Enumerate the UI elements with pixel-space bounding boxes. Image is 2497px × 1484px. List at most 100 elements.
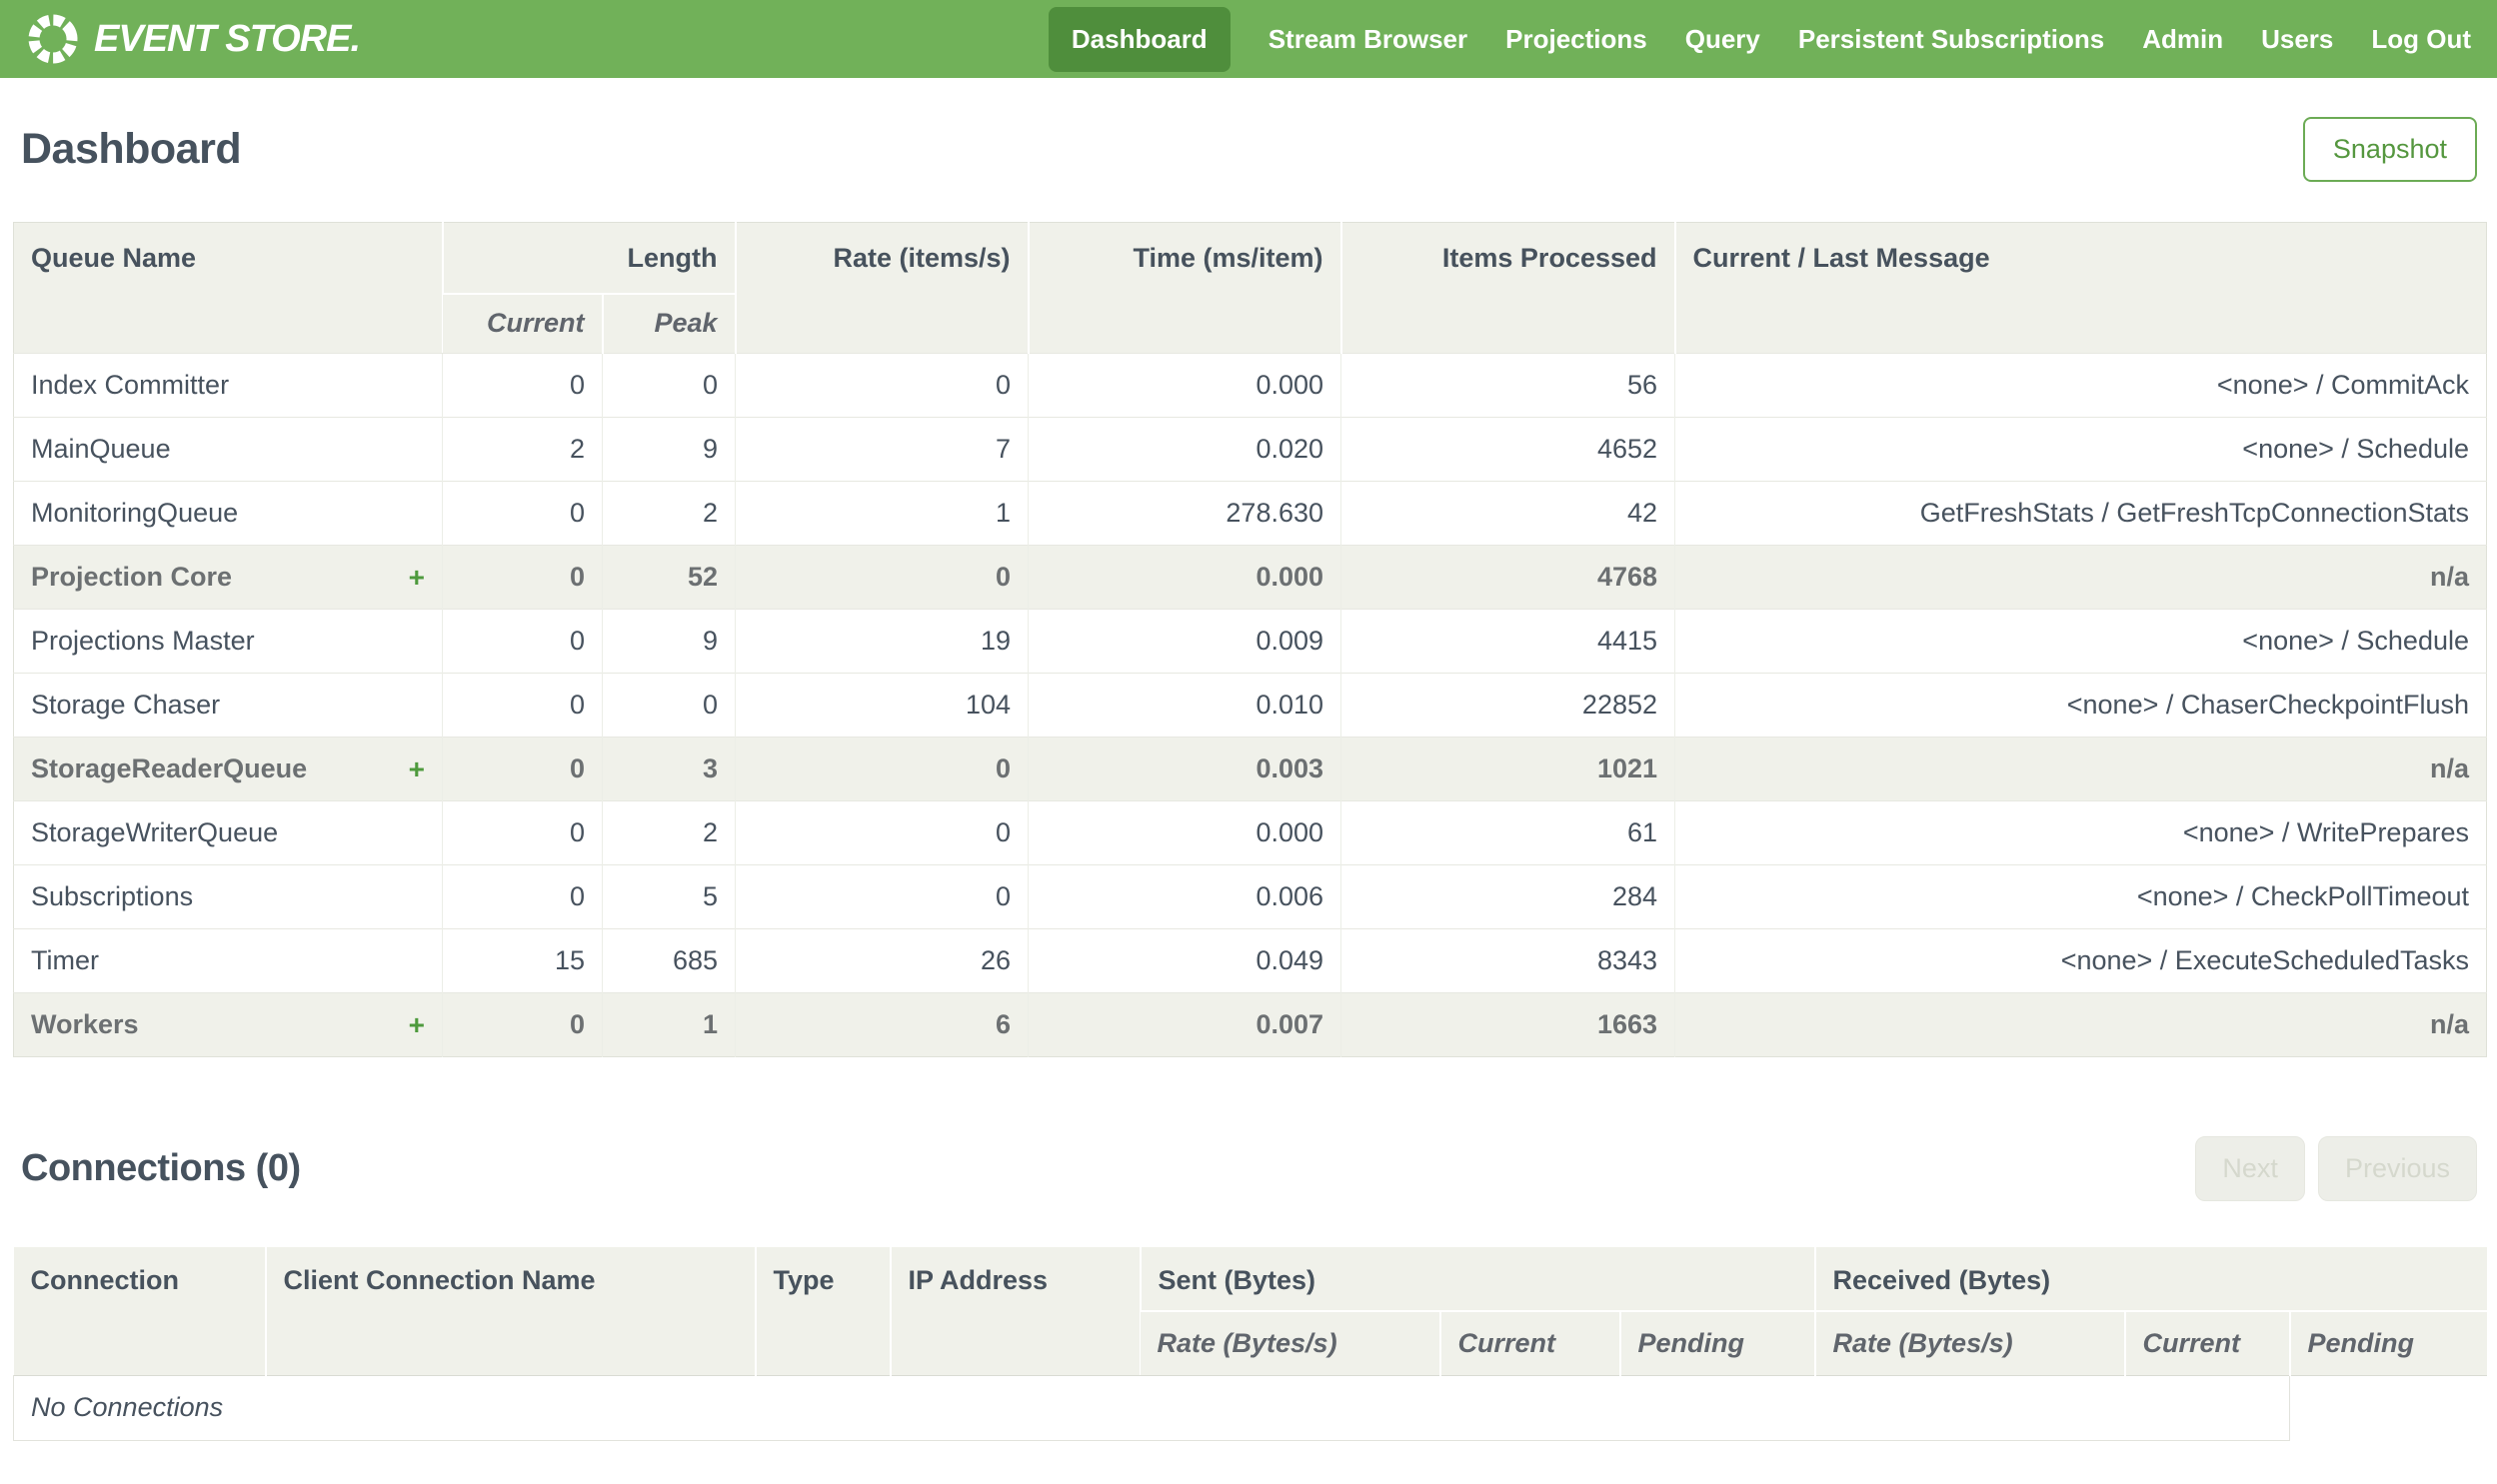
message-cell: n/a: [1674, 545, 2487, 610]
connections-title: Connections (0): [21, 1146, 301, 1189]
col-received-current: Current: [2123, 1310, 2290, 1375]
length-current-cell: 0: [442, 481, 603, 546]
nav-item-dashboard[interactable]: Dashboard: [1048, 6, 1231, 72]
nav-item-label: Users: [2261, 23, 2334, 54]
queue-name: MonitoringQueue: [31, 498, 239, 528]
queue-row: Storage Chaser + 0 0 104 0.010 22852 <no…: [13, 673, 2487, 738]
col-items-processed: Items Processed: [1339, 222, 1675, 354]
nav-item-admin[interactable]: Admin: [2142, 7, 2223, 72]
message-cell: <none> / ChaserCheckpointFlush: [1674, 673, 2487, 738]
length-peak-cell: 2: [601, 481, 736, 546]
length-peak-cell: 685: [601, 928, 736, 993]
main-nav: Dashboard Stream Browser Projections Que…: [1048, 6, 2471, 72]
col-time: Time (ms/item): [1027, 222, 1341, 354]
length-peak-cell: 0: [601, 673, 736, 738]
length-current-cell: 0: [442, 353, 603, 418]
items-processed-cell: 4652: [1340, 417, 1675, 482]
queue-name-cell: StorageWriterQueue +: [13, 800, 443, 865]
length-current-cell: 0: [442, 737, 603, 801]
time-cell: 278.630: [1028, 481, 1341, 546]
queue-name-cell: Projections Master +: [13, 609, 443, 674]
items-processed-cell: 42: [1340, 481, 1675, 546]
queue-name-cell: Storage Chaser +: [13, 673, 443, 738]
time-cell: 0.020: [1028, 417, 1341, 482]
rate-cell: 19: [735, 609, 1029, 674]
nav-item-log-out[interactable]: Log Out: [2371, 7, 2471, 72]
topbar: EVENT STORE. Dashboard Stream Browser Pr…: [0, 0, 2497, 78]
nav-item-projections[interactable]: Projections: [1505, 7, 1647, 72]
expand-plus-icon[interactable]: +: [409, 753, 425, 785]
time-cell: 0.049: [1028, 928, 1341, 993]
rate-cell: 6: [735, 992, 1029, 1057]
message-cell: n/a: [1674, 992, 2487, 1057]
queue-row: Index Committer + 0 0 0 0.000 56 <none> …: [13, 353, 2487, 418]
length-current-cell: 0: [442, 800, 603, 865]
page-title: Dashboard: [21, 124, 242, 173]
rate-cell: 7: [735, 417, 1029, 482]
queue-row: Projection Core + 0 52 0 0.000 4768 n/a: [13, 545, 2487, 610]
queue-row: Subscriptions + 0 5 0 0.006 284 <none> /…: [13, 864, 2487, 929]
items-processed-cell: 56: [1340, 353, 1675, 418]
message-cell: <none> / CheckPollTimeout: [1674, 864, 2487, 929]
expand-plus-icon[interactable]: +: [409, 562, 425, 594]
rate-cell: 1: [735, 481, 1029, 546]
queue-name: Timer: [31, 945, 99, 975]
connections-table: Connection Client Connection Name Type I…: [12, 1247, 2487, 1441]
previous-button[interactable]: Previous: [2317, 1135, 2477, 1201]
queue-name: Projection Core: [31, 562, 233, 592]
next-button[interactable]: Next: [2195, 1135, 2305, 1201]
queue-row: StorageWriterQueue + 0 2 0 0.000 61 <non…: [13, 800, 2487, 865]
length-current-cell: 2: [442, 417, 603, 482]
nav-item-users[interactable]: Users: [2261, 7, 2333, 72]
nav-item-label: Query: [1684, 23, 1760, 54]
time-cell: 0.000: [1028, 545, 1341, 610]
col-message: Current / Last Message: [1673, 222, 2487, 354]
no-connections-cell: No Connections: [12, 1375, 2291, 1441]
queue-row: Timer + 15 685 26 0.049 8343 <none> / Ex…: [13, 928, 2487, 993]
col-type: Type: [754, 1247, 891, 1375]
col-sent-pending: Pending: [1618, 1310, 1815, 1375]
time-cell: 0.009: [1028, 609, 1341, 674]
col-queue-name: Queue Name: [13, 222, 443, 354]
queue-name-cell: Index Committer +: [13, 353, 443, 418]
queue-name-cell: MonitoringQueue +: [13, 481, 443, 546]
queue-name-cell: StorageReaderQueue +: [13, 737, 443, 801]
snapshot-button[interactable]: Snapshot: [2302, 116, 2477, 182]
queue-row: Workers + 0 1 6 0.007 1663 n/a: [13, 992, 2487, 1057]
time-cell: 0.007: [1028, 992, 1341, 1057]
queue-name-cell: Workers +: [13, 992, 443, 1057]
nav-item-label: Dashboard: [1071, 23, 1208, 54]
message-cell: <none> / ExecuteScheduledTasks: [1674, 928, 2487, 993]
col-received-bytes: Received (Bytes): [1813, 1247, 2487, 1311]
nav-item-label: Admin: [2142, 23, 2224, 54]
expand-plus-icon[interactable]: +: [409, 1009, 425, 1041]
length-peak-cell: 52: [601, 545, 736, 610]
brand-text: EVENT STORE.: [94, 17, 361, 60]
queue-name: Projections Master: [31, 626, 255, 656]
time-cell: 0.010: [1028, 673, 1341, 738]
items-processed-cell: 4415: [1340, 609, 1675, 674]
time-cell: 0.000: [1028, 800, 1341, 865]
nav-item-persistent-subscriptions[interactable]: Persistent Subscriptions: [1798, 7, 2104, 72]
length-current-cell: 0: [442, 864, 603, 929]
length-peak-cell: 5: [601, 864, 736, 929]
nav-item-query[interactable]: Query: [1685, 7, 1760, 72]
col-received-rate: Rate (Bytes/s): [1813, 1310, 2125, 1375]
queue-name-cell: Timer +: [13, 928, 443, 993]
queue-name: Subscriptions: [31, 881, 194, 911]
col-sent-rate: Rate (Bytes/s): [1140, 1310, 1440, 1375]
nav-item-label: Stream Browser: [1267, 23, 1468, 54]
items-processed-cell: 284: [1340, 864, 1675, 929]
nav-item-label: Persistent Subscriptions: [1797, 23, 2105, 54]
col-sent-current: Current: [1438, 1310, 1620, 1375]
queues-table: Queue Name Length Rate (items/s) Time (m…: [13, 222, 2487, 1057]
time-cell: 0.000: [1028, 353, 1341, 418]
length-peak-cell: 9: [601, 417, 736, 482]
length-current-cell: 0: [442, 609, 603, 674]
brand: EVENT STORE.: [26, 12, 361, 66]
message-cell: n/a: [1674, 737, 2487, 801]
queue-name: StorageReaderQueue: [31, 753, 308, 783]
rate-cell: 0: [735, 737, 1029, 801]
col-length: Length: [441, 222, 736, 294]
nav-item-stream-browser[interactable]: Stream Browser: [1268, 7, 1467, 72]
